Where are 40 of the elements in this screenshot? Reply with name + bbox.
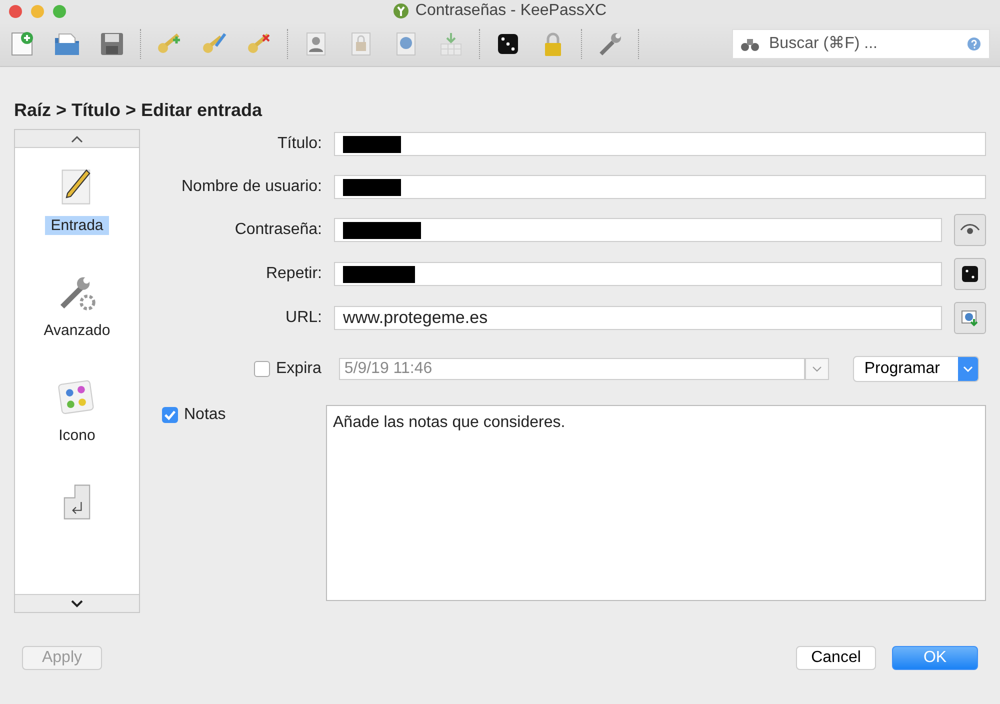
chevron-down-icon (812, 366, 822, 372)
checkbox-label: Notas (184, 406, 226, 424)
show-password-button[interactable] (954, 214, 986, 246)
search-field[interactable]: Buscar (⌘F) ... (732, 29, 990, 59)
save-icon[interactable] (98, 30, 126, 58)
field-label: Contraseña: (234, 221, 322, 239)
input-field[interactable]: www.protegeme.es (334, 306, 942, 330)
close-icon[interactable] (9, 4, 22, 18)
preset-dropdown[interactable]: Programar (853, 356, 980, 382)
expires-checkbox[interactable] (254, 361, 270, 377)
sidebar-item[interactable]: Entrada (44, 166, 110, 235)
field-label: Repetir: (264, 265, 322, 283)
input-field[interactable] (334, 132, 986, 156)
notes-text-area[interactable]: Añade las notas que consideres. (326, 405, 986, 601)
open-url-button[interactable] (954, 302, 986, 334)
window-title: Contraseñas - KeePassXC (415, 2, 607, 20)
notes-checkbox[interactable] (162, 407, 178, 423)
input-field[interactable] (334, 262, 942, 286)
globe-arrow-icon (960, 308, 980, 328)
field-label: URL: (284, 309, 322, 327)
help-icon[interactable] (967, 37, 981, 51)
checkbox-label: Expira (276, 360, 322, 378)
dice-icon (960, 264, 980, 284)
date-field[interactable]: 5/9/19 11:46 (339, 358, 806, 380)
sidebar-item[interactable]: Icono (52, 376, 102, 445)
date-dropdown-button[interactable] (805, 358, 830, 380)
field-label: Nombre de usuario: (180, 178, 322, 196)
chevron-down-icon (963, 366, 974, 372)
fullscreen-icon[interactable] (53, 4, 66, 18)
sidebar-item[interactable]: Avanzado (38, 271, 116, 340)
input-field[interactable] (334, 175, 986, 199)
binoculars-icon (740, 36, 760, 52)
app-logo-icon (393, 3, 410, 19)
field-label: Título: (276, 135, 322, 153)
input-field[interactable] (334, 218, 942, 242)
breadcrumb: Raíz > Título > Editar entrada (14, 100, 264, 121)
cancel-button[interactable]: Cancel (796, 646, 876, 670)
chevron-up-icon (71, 134, 83, 142)
chevron-down-icon (71, 600, 83, 608)
generate-password-button[interactable] (954, 258, 986, 290)
